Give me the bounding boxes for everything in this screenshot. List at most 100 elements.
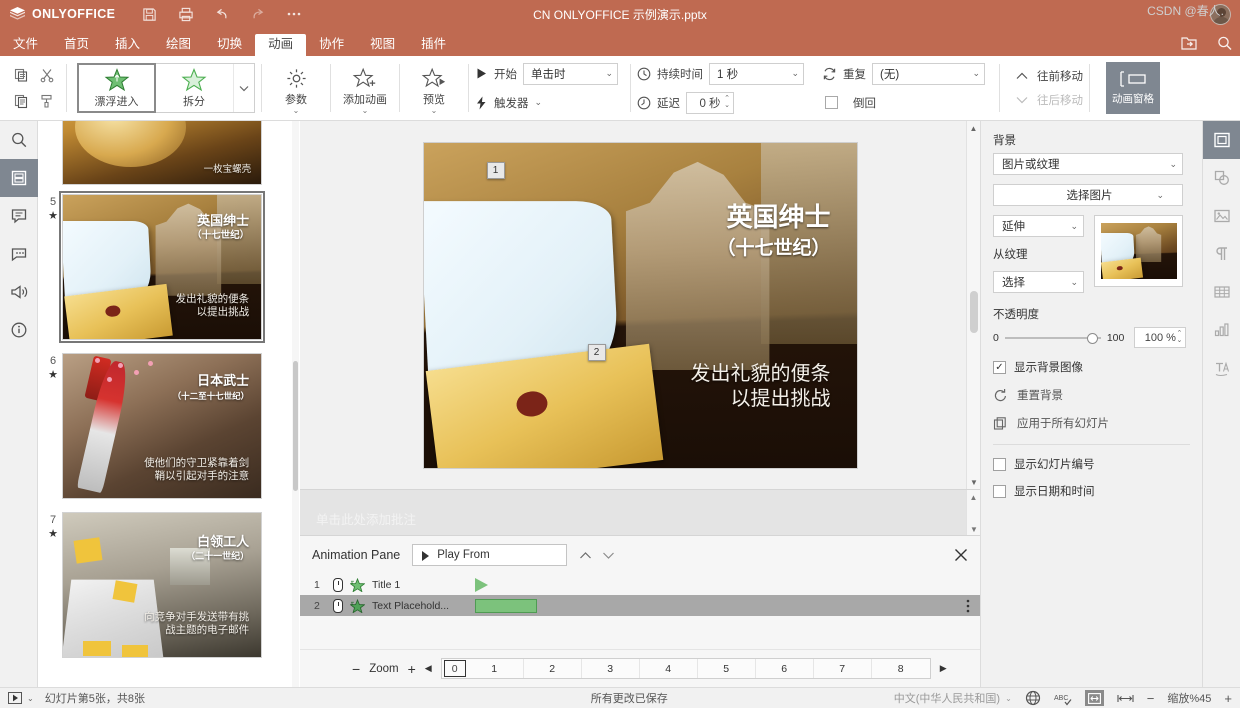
sidebar-item-feedback[interactable] [0,273,38,311]
zoom-in-button[interactable]: + [1224,691,1232,706]
tab-transitions[interactable]: 切换 [204,34,255,57]
duration-dropdown[interactable]: 1 秒 ⌄ [709,63,804,85]
chevron-down-icon[interactable] [234,64,254,112]
chevron-down-icon[interactable]: ⌄ [431,108,438,113]
save-icon[interactable] [141,6,158,23]
sidebar-item-slide-settings[interactable] [1203,121,1240,159]
sidebar-item-chart-settings[interactable] [1203,311,1240,349]
zoom-out-button[interactable]: − [352,661,360,677]
animation-pane-button[interactable]: 动画窗格 [1106,62,1160,114]
opacity-slider[interactable] [1005,331,1101,345]
animation-marker-2[interactable]: 2 [588,344,606,361]
copy-icon[interactable] [9,63,33,87]
canvas-scrollbar[interactable]: ▲ ▼ [966,121,980,489]
tab-animation[interactable]: 动画 [255,34,306,57]
list-item[interactable]: 6 ★ 日本武士 （十二至十七世纪） 使他们的守卫 [38,340,300,499]
effect-float-in[interactable]: 漂浮进入 [77,63,156,113]
sidebar-item-about[interactable] [0,311,38,349]
scrollbar-thumb[interactable] [293,361,298,491]
fill-type-dropdown[interactable]: 图片或纹理 ⌄ [993,153,1183,175]
list-item[interactable]: 5 ★ 英国绅士 （十七世纪） 发出礼貌的便条 以提出挑战 [38,185,300,340]
parameters-button[interactable]: 参数 ⌄ [268,64,324,113]
list-item[interactable]: 7 ★ 白领工人 （二十一世纪） 向竞争对手发送带有挑 战主题的电子邮件 [38,499,300,658]
search-icon[interactable] [1216,35,1234,53]
tab-plugins[interactable]: 插件 [408,34,459,57]
repeat-dropdown[interactable]: (无) ⌄ [872,63,985,85]
sidebar-item-shape-settings[interactable] [1203,159,1240,197]
zoom-in-button[interactable]: + [408,661,416,677]
trigger-row[interactable]: 触发器 ⌄ [475,92,618,114]
set-language-icon[interactable] [1025,690,1041,706]
delay-stepper[interactable]: 0 秒 ⌃⌄ [686,92,734,114]
stepper-arrows[interactable]: ⌃⌄ [1177,330,1183,344]
animation-trigger-bar[interactable] [475,578,488,592]
rewind-checkbox[interactable] [825,96,838,109]
avatar[interactable] [1210,4,1231,25]
animation-row-1[interactable]: 1 Title 1 [300,574,980,595]
thumbnail-scrollbar[interactable] [292,121,299,687]
preview-button[interactable]: 预览 ⌄ [406,64,462,113]
sidebar-item-table-settings[interactable] [1203,273,1240,311]
timeline-ruler[interactable]: 0 1 2 3 4 5 6 7 8 [441,658,931,679]
from-texture-dropdown[interactable]: 选择 ⌄ [993,271,1084,293]
tab-view[interactable]: 视图 [357,34,408,57]
effect-split[interactable]: 拆分 [155,64,234,112]
scrollbar-thumb[interactable] [970,291,978,333]
rewind-row[interactable]: 倒回 [822,92,985,114]
slide-thumb-6[interactable]: 日本武士 （十二至十七世纪） 使他们的守卫紧靠着剑 鞘以引起对手的注意 [62,353,262,499]
reset-background-button[interactable]: 重置背景 [993,387,1190,403]
more-icon[interactable] [285,6,302,23]
select-picture-dropdown[interactable]: 选择图片 ⌄ [993,184,1183,206]
row-options-icon[interactable] [966,599,970,613]
slide-thumb-7[interactable]: 白领工人 （二十一世纪） 向竞争对手发送带有挑 战主题的电子邮件 [62,512,262,658]
move-later-button[interactable]: 往后移动 [1010,92,1083,108]
list-item[interactable]: 4 ★ 一枚宝螺壳 [38,121,300,185]
slider-knob[interactable] [1087,333,1098,344]
tab-file[interactable]: 文件 [0,34,51,57]
slide-thumbnail-panel[interactable]: 4 ★ 一枚宝螺壳 5 ★ [38,121,300,687]
scroll-up-arrow[interactable]: ▲ [967,121,980,135]
slide-thumb-4[interactable]: 一枚宝螺壳 [62,121,262,185]
stepper-arrows[interactable]: ⌃⌄ [724,95,730,109]
open-folder-icon[interactable] [1180,35,1198,53]
apply-to-all-slides-button[interactable]: 应用于所有幻灯片 [993,415,1190,431]
spellcheck-icon[interactable]: ABC [1054,691,1072,706]
chevron-down-icon[interactable]: ⌄ [27,694,34,703]
scroll-down-arrow[interactable]: ▼ [967,522,981,536]
animation-duration-bar[interactable] [475,599,537,613]
start-slideshow-button[interactable]: ⌄ [0,692,34,704]
format-painter-icon[interactable] [35,89,59,113]
tab-draw[interactable]: 绘图 [153,34,204,57]
sidebar-item-search[interactable] [0,121,38,159]
slide-canvas[interactable]: 英国绅士 （十七世纪） 发出礼貌的便条 以提出挑战 1 2 ▲ ▼ [300,121,980,489]
scroll-up-arrow[interactable]: ▲ [967,490,980,504]
animation-marker-1[interactable]: 1 [487,162,505,179]
animation-row-2[interactable]: 2 Text Placehold... [300,595,980,616]
fit-to-width-button[interactable] [1117,693,1134,704]
notes-area[interactable]: 单击此处添加批注 ▲ ▼ [300,489,980,535]
start-dropdown[interactable]: 单击时 ⌄ [523,63,618,85]
zoom-out-button[interactable]: − [1147,691,1155,706]
scroll-down-arrow[interactable]: ▼ [967,475,981,489]
sidebar-item-image-settings[interactable] [1203,197,1240,235]
tab-insert[interactable]: 插入 [102,34,153,57]
sidebar-item-comments[interactable] [0,197,38,235]
background-preview[interactable] [1094,215,1183,287]
show-slide-number-checkbox[interactable]: 显示幻灯片编号 [993,456,1190,472]
language-selector[interactable]: 中文(中华人民共和国) ⌄ [894,690,1012,706]
chevron-down-icon[interactable]: ⌄ [293,108,300,113]
chevron-down-icon[interactable]: ⌄ [535,97,543,108]
print-icon[interactable] [177,6,194,23]
ruler-scroll-right[interactable]: ▶ [940,663,947,674]
redo-icon[interactable] [249,6,266,23]
ruler-scroll-left[interactable]: ◀ [425,663,432,674]
sidebar-item-paragraph-settings[interactable] [1203,235,1240,273]
cut-icon[interactable] [35,63,59,87]
current-slide[interactable]: 英国绅士 （十七世纪） 发出礼貌的便条 以提出挑战 1 2 [424,143,857,468]
show-background-image-checkbox[interactable]: ✓ 显示背景图像 [993,359,1190,375]
zoom-level[interactable]: 缩放%45 [1167,690,1211,706]
chevron-up-icon[interactable] [579,551,592,560]
stretch-dropdown[interactable]: 延伸 ⌄ [993,215,1084,237]
sidebar-item-slides[interactable] [0,159,38,197]
tab-collaboration[interactable]: 协作 [306,34,357,57]
